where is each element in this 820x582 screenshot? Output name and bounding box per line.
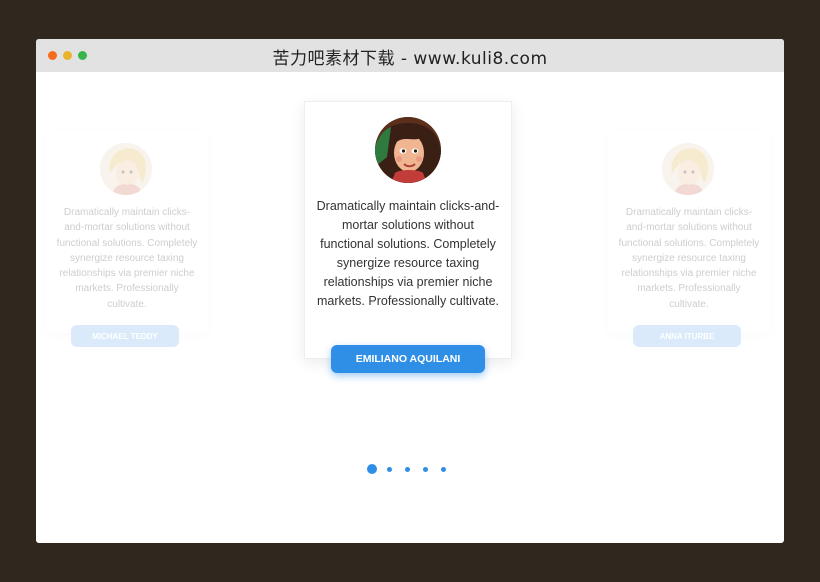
pagination-dot-2[interactable] bbox=[387, 467, 392, 472]
author-name-button[interactable]: MICHAEL TEDDY bbox=[71, 325, 179, 347]
browser-window: 苦力吧素材下载 - www.kuli8.com Dramatically mai… bbox=[36, 39, 784, 543]
author-name-button[interactable]: ANNA ITURBE bbox=[633, 325, 741, 347]
carousel-pagination bbox=[366, 463, 456, 475]
testimonial-card-active[interactable]: Dramatically maintain clicks-and-mortar … bbox=[304, 101, 512, 373]
testimonial-quote: Dramatically maintain clicks-and-mortar … bbox=[316, 199, 500, 308]
avatar-illustration-icon bbox=[375, 117, 441, 183]
testimonial-quote: Dramatically maintain clicks-and-mortar … bbox=[618, 207, 760, 310]
testimonial-card-left[interactable]: Dramatically maintain clicks-and-mortar … bbox=[46, 131, 208, 347]
testimonial-quote: Dramatically maintain clicks-and-mortar … bbox=[56, 207, 198, 310]
avatar bbox=[662, 143, 714, 195]
avatar-illustration-icon bbox=[662, 143, 714, 195]
pagination-dot-3[interactable] bbox=[405, 467, 410, 472]
avatar bbox=[100, 143, 152, 195]
avatar-illustration-icon bbox=[100, 143, 152, 195]
author-name-button[interactable]: EMILIANO AQUILANI bbox=[331, 345, 485, 373]
pagination-dot-5[interactable] bbox=[441, 467, 446, 472]
pagination-dot-1[interactable] bbox=[367, 464, 377, 474]
testimonial-card-right[interactable]: Dramatically maintain clicks-and-mortar … bbox=[608, 131, 770, 347]
pagination-dot-4[interactable] bbox=[423, 467, 428, 472]
window-title: 苦力吧素材下载 - www.kuli8.com bbox=[272, 49, 548, 69]
title-bar: 苦力吧素材下载 - www.kuli8.com bbox=[36, 39, 784, 72]
avatar bbox=[375, 117, 441, 183]
